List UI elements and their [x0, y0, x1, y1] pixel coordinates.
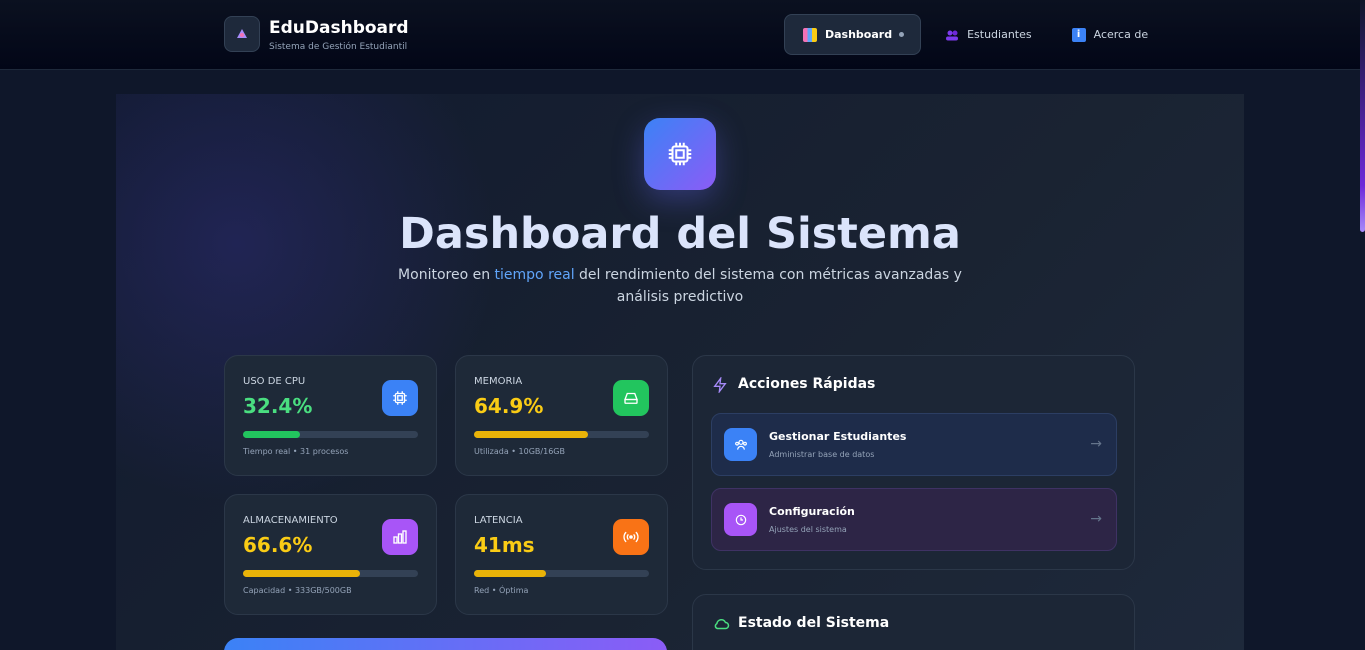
metric-value: 41ms — [474, 533, 535, 557]
action-title: Gestionar Estudiantes — [769, 430, 907, 443]
metric-footnote: Red • Óptima — [474, 586, 529, 595]
action-gestionar-estudiantes[interactable]: Gestionar Estudiantes Administrar base d… — [711, 413, 1117, 476]
drive-icon — [613, 380, 649, 416]
nav-item-dashboard[interactable]: Dashboard — [784, 14, 922, 55]
metric-card-latencia[interactable]: LATENCIA 41ms Red • Óptima — [455, 494, 668, 615]
brand[interactable]: EduDashboard Sistema de Gestión Estudian… — [224, 16, 409, 52]
metric-progress-bar — [243, 431, 418, 438]
nav-item-estudiantes[interactable]: Estudiantes — [929, 14, 1048, 55]
page-title: Dashboard del Sistema — [399, 209, 961, 259]
subtitle-text: del rendimiento del sistema con métricas… — [574, 267, 962, 305]
page-subtitle: Monitoreo en tiempo real del rendimiento… — [370, 264, 990, 308]
action-title: Configuración — [769, 505, 855, 518]
lightning-icon — [712, 375, 728, 397]
cloud-icon — [712, 616, 730, 636]
clock-icon — [724, 503, 757, 536]
metric-progress-bar — [474, 431, 649, 438]
metric-progress-bar — [474, 570, 649, 577]
metric-footnote: Utilizada • 10GB/16GB — [474, 447, 565, 456]
cpu-icon — [644, 118, 716, 190]
arrow-right-icon: → — [1090, 511, 1102, 527]
metric-card-almacenamiento[interactable]: ALMACENAMIENTO 66.6% Capacidad • 333GB/5… — [224, 494, 437, 615]
metric-footnote: Capacidad • 333GB/500GB — [243, 586, 352, 595]
top-navbar: EduDashboard Sistema de Gestión Estudian… — [0, 0, 1360, 70]
subtitle-highlight: tiempo real — [494, 267, 575, 283]
metric-card-memoria[interactable]: MEMORIA 64.9% Utilizada • 10GB/16GB — [455, 355, 668, 476]
metric-card-cpu[interactable]: USO DE CPU 32.4% Tiempo real • 31 proces… — [224, 355, 437, 476]
arrow-right-icon: → — [1090, 436, 1102, 452]
brand-logo-icon — [224, 16, 260, 52]
metric-label: ALMACENAMIENTO — [243, 515, 338, 526]
panel-title: Estado del Sistema — [738, 615, 890, 631]
metric-value: 64.9% — [474, 394, 544, 418]
nav-item-label: Estudiantes — [967, 28, 1032, 41]
users-icon — [724, 428, 757, 461]
active-indicator-dot — [899, 32, 905, 37]
info-icon: i — [1071, 27, 1086, 42]
nav-item-label: Acerca de — [1093, 28, 1149, 41]
brand-title: EduDashboard — [269, 17, 409, 38]
metric-label: LATENCIA — [474, 515, 523, 526]
metric-label: MEMORIA — [474, 376, 523, 387]
subtitle-text: Monitoreo en — [398, 267, 495, 283]
action-subtitle: Ajustes del sistema — [769, 525, 847, 534]
page-scrollbar[interactable] — [1360, 0, 1365, 650]
action-configuracion[interactable]: Configuración Ajustes del sistema → — [711, 488, 1117, 551]
users-icon — [945, 28, 959, 42]
metric-value: 32.4% — [243, 394, 313, 418]
bar-chart-icon — [382, 519, 418, 555]
brand-subtitle: Sistema de Gestión Estudiantil — [269, 41, 408, 52]
nav-item-acerca[interactable]: i Acerca de — [1056, 14, 1164, 55]
signal-icon — [613, 519, 649, 555]
metric-footnote: Tiempo real • 31 procesos — [243, 447, 349, 456]
panel-title: Acciones Rápidas — [738, 376, 876, 392]
main-nav: Dashboard Estudiantes i Acerca de — [784, 14, 1172, 55]
metric-value: 66.6% — [243, 533, 313, 557]
highlight-card-top — [224, 638, 667, 650]
metric-label: USO DE CPU — [243, 376, 306, 387]
nav-item-label: Dashboard — [825, 28, 893, 41]
action-subtitle: Administrar base de datos — [769, 450, 875, 459]
cpu-icon — [382, 380, 418, 416]
scrollbar-thumb[interactable] — [1360, 0, 1365, 232]
chart-icon — [803, 27, 817, 42]
metric-progress-bar — [243, 570, 418, 577]
quick-actions-panel: Acciones Rápidas Gestionar Estudiantes A… — [692, 355, 1135, 570]
system-status-panel: Estado del Sistema — [692, 594, 1135, 650]
